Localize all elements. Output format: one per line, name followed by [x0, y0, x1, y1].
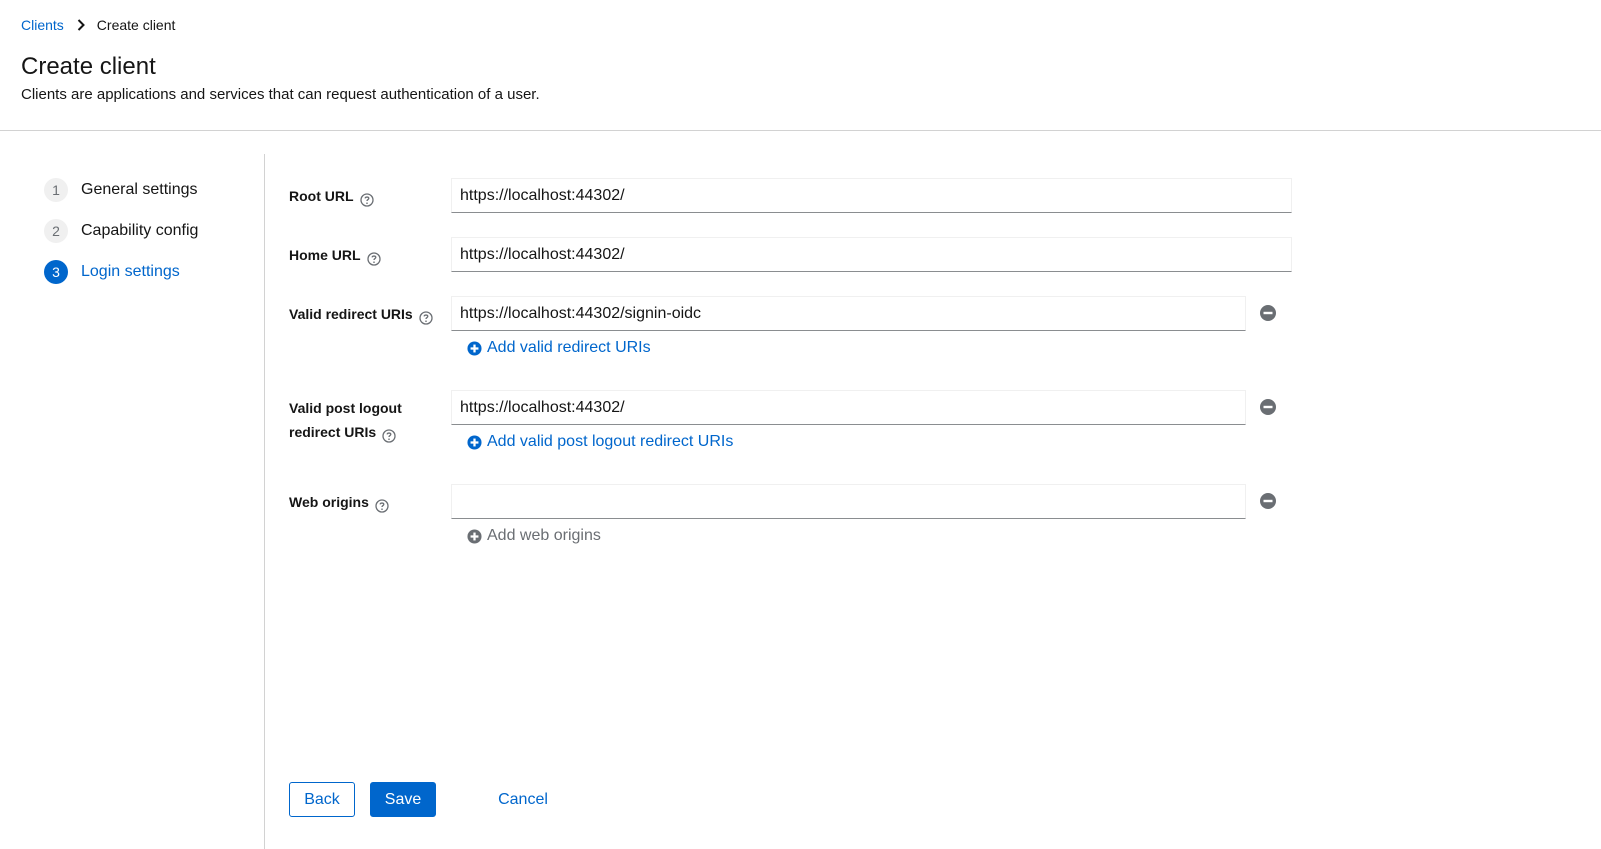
page-description: Clients are applications and services th… — [21, 86, 540, 103]
save-button[interactable]: Save — [370, 782, 436, 817]
chevron-right-icon — [77, 19, 85, 31]
minus-circle-icon — [1260, 399, 1276, 415]
cancel-button[interactable]: Cancel — [484, 782, 562, 817]
home-url-label: Home URL — [289, 243, 381, 267]
step-label: Capability config — [81, 222, 199, 239]
plus-circle-icon — [467, 528, 482, 544]
help-icon[interactable] — [375, 496, 389, 513]
remove-web-origin-button[interactable] — [1259, 492, 1277, 510]
remove-redirect-uri-button[interactable] — [1259, 304, 1277, 322]
wizard-step-general-settings[interactable]: 1 General settings — [44, 178, 198, 202]
valid-redirect-uris-label: Valid redirect URIs — [289, 302, 433, 326]
web-origins-label: Web origins — [289, 490, 389, 514]
valid-post-logout-label-line1: Valid post logout — [289, 400, 402, 416]
minus-circle-icon — [1260, 305, 1276, 321]
valid-post-logout-uri-input[interactable] — [451, 390, 1246, 425]
add-web-origin-label: Add web origins — [487, 527, 601, 544]
back-button[interactable]: Back — [289, 782, 355, 817]
plus-circle-icon — [467, 340, 482, 356]
help-icon[interactable] — [419, 308, 433, 325]
header-divider — [0, 130, 1601, 131]
wizard-step-login-settings[interactable]: 3 Login settings — [44, 260, 180, 284]
step-number: 1 — [44, 178, 68, 202]
root-url-input[interactable] — [451, 178, 1292, 213]
home-url-label-text: Home URL — [289, 247, 361, 263]
valid-redirect-uris-label-text: Valid redirect URIs — [289, 306, 413, 322]
add-post-logout-uri-label: Add valid post logout redirect URIs — [487, 433, 734, 450]
help-icon[interactable] — [359, 190, 374, 207]
add-redirect-uri-label: Add valid redirect URIs — [487, 339, 651, 356]
wizard-step-capability-config[interactable]: 2 Capability config — [44, 219, 198, 243]
minus-circle-icon — [1260, 493, 1276, 509]
plus-circle-icon — [467, 434, 482, 450]
page-title: Create client — [21, 53, 156, 80]
help-icon[interactable] — [366, 249, 381, 266]
breadcrumb-clients-link[interactable]: Clients — [21, 17, 64, 33]
web-origins-label-text: Web origins — [289, 494, 369, 510]
breadcrumb: Clients Create client — [21, 17, 175, 33]
help-icon[interactable] — [382, 426, 396, 443]
create-client-page: Clients Create client Create client Clie… — [0, 0, 1601, 849]
valid-redirect-uri-input[interactable] — [451, 296, 1246, 331]
root-url-label: Root URL — [289, 184, 374, 208]
step-number: 2 — [44, 219, 68, 243]
valid-post-logout-label: Valid post logout redirect URIs — [289, 396, 402, 444]
web-origins-input[interactable] — [451, 484, 1246, 519]
add-web-origin-button[interactable]: Add web origins — [467, 527, 601, 545]
step-number: 3 — [44, 260, 68, 284]
remove-post-logout-uri-button[interactable] — [1259, 398, 1277, 416]
step-label: Login settings — [81, 263, 180, 280]
root-url-label-text: Root URL — [289, 188, 354, 204]
wizard-nav: 1 General settings 2 Capability config 3… — [0, 154, 265, 849]
breadcrumb-current: Create client — [96, 17, 176, 33]
add-post-logout-uri-button[interactable]: Add valid post logout redirect URIs — [467, 433, 733, 451]
valid-post-logout-label-line2: redirect URIs — [289, 424, 377, 440]
add-redirect-uri-button[interactable]: Add valid redirect URIs — [467, 339, 651, 357]
home-url-input[interactable] — [451, 237, 1292, 272]
step-label: General settings — [81, 181, 198, 198]
